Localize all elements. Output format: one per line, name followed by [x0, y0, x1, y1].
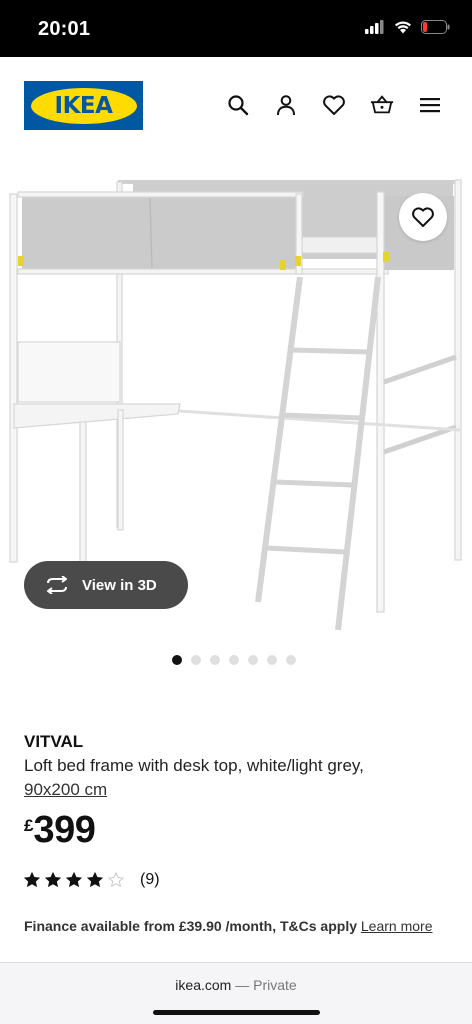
carousel-dot[interactable] [267, 655, 277, 665]
logo-ellipse: IKEA [30, 87, 137, 124]
carousel-dot[interactable] [191, 655, 201, 665]
logo-text: IKEA [54, 92, 113, 119]
carousel-dot[interactable] [172, 655, 182, 665]
rating-count: (9) [140, 871, 160, 888]
status-icons [365, 20, 450, 34]
view-in-3d-label: View in 3D [82, 576, 157, 594]
home-indicator[interactable] [153, 1010, 320, 1015]
status-time: 20:01 [38, 18, 91, 40]
browser-url[interactable]: ikea.com — Private [0, 977, 472, 993]
browser-separator: — [235, 977, 250, 993]
menu-icon[interactable] [418, 93, 442, 117]
basket-icon[interactable] [370, 93, 394, 117]
cellular-signal-icon [365, 20, 384, 34]
finance-text: Finance available from £39.90 /month, T&… [24, 918, 357, 934]
header-icons [226, 93, 442, 117]
browser-domain: ikea.com [175, 977, 232, 993]
star-filled-icon [24, 872, 40, 888]
carousel-pagination [172, 655, 296, 665]
carousel-dot[interactable] [286, 655, 296, 665]
star-filled-icon [87, 872, 103, 888]
rotate-3d-icon [47, 576, 67, 594]
carousel-dot[interactable] [248, 655, 258, 665]
site-header: IKEA [0, 57, 472, 152]
search-icon[interactable] [226, 93, 250, 117]
carousel-dot[interactable] [229, 655, 239, 665]
heart-icon[interactable] [322, 93, 346, 117]
learn-more-link[interactable]: Learn more [361, 918, 433, 934]
finance-info: Finance available from £39.90 /month, T&… [24, 915, 444, 937]
product-name: VITVAL [24, 732, 84, 751]
status-bar: 20:01 [0, 0, 472, 57]
star-filled-icon [66, 872, 82, 888]
product-price: £ 399 [24, 809, 96, 851]
product-description: Loft bed frame with desk top, white/ligh… [24, 756, 364, 775]
wifi-icon [395, 21, 411, 34]
account-icon[interactable] [274, 93, 298, 117]
heart-icon [412, 207, 434, 227]
price-value: 399 [33, 809, 96, 851]
browser-private-label: Private [253, 977, 297, 993]
product-image-carousel[interactable]: View in 3D [0, 152, 472, 642]
price-currency: £ [24, 816, 34, 835]
product-rating[interactable]: (9) [24, 871, 160, 889]
rating-stars [24, 872, 124, 888]
star-filled-icon [45, 872, 61, 888]
add-to-favourites-button[interactable] [399, 193, 447, 241]
star-empty-icon [108, 872, 124, 888]
view-in-3d-button[interactable]: View in 3D [24, 561, 188, 609]
carousel-dot[interactable] [210, 655, 220, 665]
browser-address-bar[interactable]: ikea.com — Private [0, 962, 472, 1024]
ikea-logo[interactable]: IKEA [24, 81, 143, 130]
product-size-link[interactable]: 90x200 cm [24, 780, 107, 800]
battery-icon [421, 20, 450, 34]
